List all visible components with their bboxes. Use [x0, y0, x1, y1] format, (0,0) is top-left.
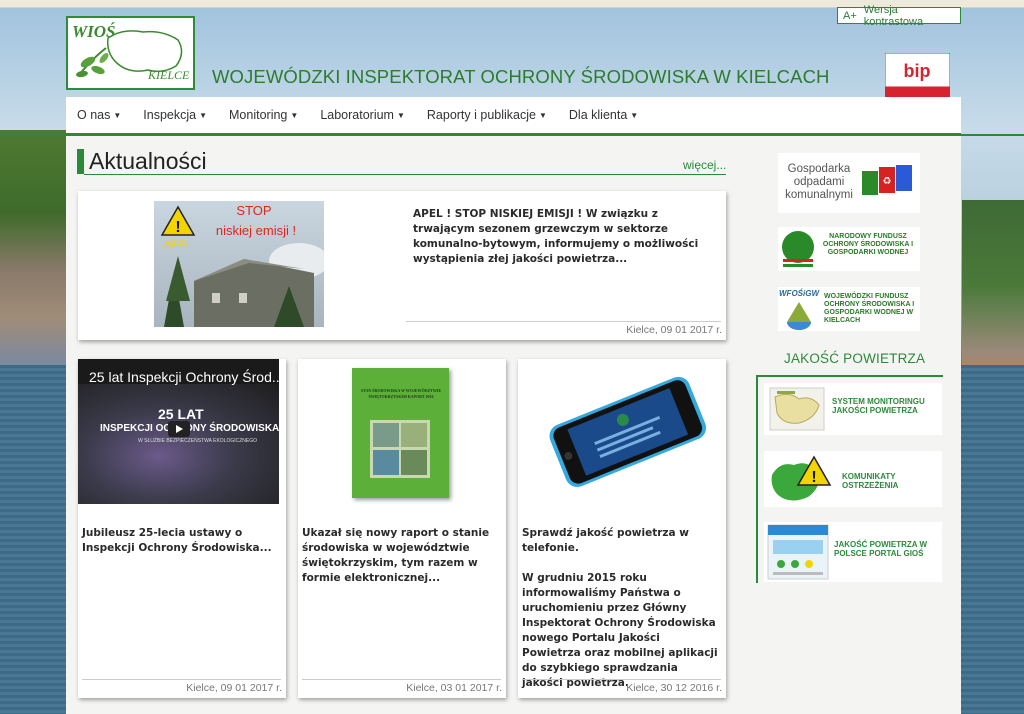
site-logo[interactable]: WIOŚ KIELCE: [66, 16, 195, 90]
air-item-portal-gios[interactable]: JAKOŚĆ POWIETRZA W POLSCE PORTAL GIOŚ: [764, 522, 942, 582]
play-icon[interactable]: [168, 421, 190, 437]
air-item-monitoring[interactable]: SYSTEM MONITORINGU JAKOŚCI POWIETRZA: [764, 383, 942, 435]
banner-gospodarka-text: Gospodarka odpadami komunalnymi: [785, 163, 853, 201]
svg-text:!: !: [811, 469, 816, 486]
contrast-icon: A+: [843, 9, 857, 22]
apel-label: APEL: [164, 239, 192, 251]
featured-news-date: Kielce, 09 01 2017 r.: [626, 324, 722, 336]
banner-gospodarka-odpadami[interactable]: Gospodarka odpadami komunalnymi ♻: [778, 153, 920, 213]
video-overlay-25-lat: 25 LAT: [158, 406, 204, 422]
video-thumbnail[interactable]: 25 lat Inspekcji Ochrony Środ... 25 LAT …: [78, 359, 279, 504]
portal-screenshot-icon: [767, 524, 829, 580]
news-card-report-date: Kielce, 03 01 2017 r.: [406, 682, 502, 694]
card-divider: [302, 679, 501, 680]
chevron-down-icon: ▼: [199, 111, 208, 120]
bip-label: bip: [904, 61, 931, 81]
news-card-phone[interactable]: Sprawdź jakość powietrza w telefonie. W …: [518, 359, 726, 698]
video-title: 25 lat Inspekcji Ochrony Środ...: [89, 369, 279, 385]
monitoring-map-icon: [769, 387, 825, 431]
air-item-komunikaty-label: KOMUNIKATY OSTRZEŻENIA: [842, 472, 899, 490]
nav-item-o-nas[interactable]: O nas ▼: [77, 108, 121, 122]
chevron-down-icon: ▼: [630, 111, 639, 120]
section-underline: [84, 174, 726, 175]
main-nav: O nas ▼ Inspekcja ▼ Monitoring ▼ Laboratori…: [66, 97, 961, 135]
chevron-down-icon: ▼: [396, 111, 405, 120]
background-forest-left: [0, 130, 66, 365]
nav-item-raporty[interactable]: Raporty i publikacje ▼: [427, 108, 547, 122]
stop-label: STOP: [236, 203, 271, 218]
background-forest-right: [962, 200, 1024, 390]
chevron-down-icon: ▼: [538, 111, 547, 120]
banner-wfosigw-text: WOJEWÓDZKI FUNDUSZ OCHRONY ŚRODOWISKA I …: [824, 293, 915, 324]
news-more-link[interactable]: więcej...: [683, 158, 726, 172]
warning-map-icon: !: [771, 455, 832, 501]
chevron-down-icon: ▼: [113, 111, 122, 120]
banner-nfosigw[interactable]: NARODOWY FUNDUSZ OCHRONY ŚRODOWISKA I GO…: [778, 227, 920, 271]
nfosigw-tree-icon: [782, 231, 814, 267]
svg-text:!: !: [175, 219, 180, 236]
featured-news-text[interactable]: APEL ! STOP NISKIEJ EMISJI ! W związku z…: [413, 207, 713, 267]
nav-item-dla-klienta[interactable]: Dla klienta ▼: [569, 108, 638, 122]
card-divider: [82, 679, 281, 680]
smartphone-app-image[interactable]: [532, 371, 712, 491]
news-card-report[interactable]: STAN ŚRODOWISKA W WOJEWÓDZTWIE ŚWIĘTOKRZ…: [298, 359, 506, 698]
news-card-phone-date: Kielce, 30 12 2016 r.: [626, 682, 722, 694]
report-cover-image[interactable]: STAN ŚRODOWISKA W WOJEWÓDZTWIE ŚWIĘTOKRZ…: [352, 368, 449, 498]
news-card-phone-text-1[interactable]: Sprawdź jakość powietrza w telefonie.: [522, 526, 722, 556]
air-item-komunikaty[interactable]: ! KOMUNIKATY OSTRZEŻENIA: [764, 451, 942, 507]
banner-nfosigw-text: NARODOWY FUNDUSZ OCHRONY ŚRODOWISKA I GO…: [822, 233, 914, 256]
news-card-video-date: Kielce, 09 01 2017 r.: [186, 682, 282, 694]
report-cover-title: STAN ŚRODOWISKA W WOJEWÓDZTWIE ŚWIĘTOKRZ…: [360, 388, 442, 399]
video-overlay-subtitle: W SŁUŻBIE BEZPIECZEŃSTWA EKOLOGICZNEGO: [138, 438, 257, 444]
air-quality-title: JAKOŚĆ POWIETRZA: [784, 351, 926, 366]
chevron-down-icon: ▼: [290, 111, 299, 120]
nav-item-inspekcja[interactable]: Inspekcja ▼: [143, 108, 207, 122]
wfosigw-logo-text: WFOŚiGW: [779, 289, 819, 298]
news-card-video[interactable]: 25 lat Inspekcji Ochrony Środ... 25 LAT …: [78, 359, 286, 698]
wfosigw-drop-icon: [787, 302, 811, 330]
news-card-video-text[interactable]: Jubileusz 25-lecia ustawy o Inspekcji Oc…: [82, 526, 278, 556]
news-card-report-text[interactable]: Ukazał się nowy raport o stanie środowis…: [302, 526, 502, 586]
card-divider: [406, 321, 721, 322]
site-title: WOJEWÓDZKI INSPEKTORAT OCHRONY ŚRODOWISK…: [212, 66, 830, 87]
contrast-version-button[interactable]: A+ Wersja kontrastowa: [837, 4, 961, 28]
nav-item-monitoring[interactable]: Monitoring ▼: [229, 108, 298, 122]
section-marker: [77, 149, 84, 174]
svg-text:♻: ♻: [883, 176, 892, 187]
recycling-bins-icon: ♻: [862, 165, 912, 195]
niskiej-emisji-label: niskiej emisji !: [216, 223, 296, 238]
air-item-monitoring-label: SYSTEM MONITORINGU JAKOŚCI POWIETRZA: [832, 397, 925, 415]
banner-wfosigw[interactable]: WFOŚiGW WOJEWÓDZKI FUNDUSZ OCHRONY ŚRODO…: [778, 287, 920, 331]
card-divider: [522, 679, 721, 680]
section-title-news: Aktualności: [89, 148, 207, 174]
air-item-portal-gios-label: JAKOŚĆ POWIETRZA W POLSCE PORTAL GIOŚ: [834, 540, 928, 558]
news-card-phone-text-2: W grudniu 2015 roku informowaliśmy Państ…: [522, 572, 718, 689]
stop-emission-image[interactable]: ! APEL STOP niskiej emisji !: [154, 201, 324, 327]
logo-text-kielce: KIELCE: [148, 68, 190, 82]
featured-news-card[interactable]: ! APEL STOP niskiej emisji ! APEL ! STOP…: [78, 191, 726, 340]
nav-item-laboratorium[interactable]: Laboratorium ▼: [320, 108, 405, 122]
contrast-label: Wersja kontrastowa: [863, 3, 924, 28]
